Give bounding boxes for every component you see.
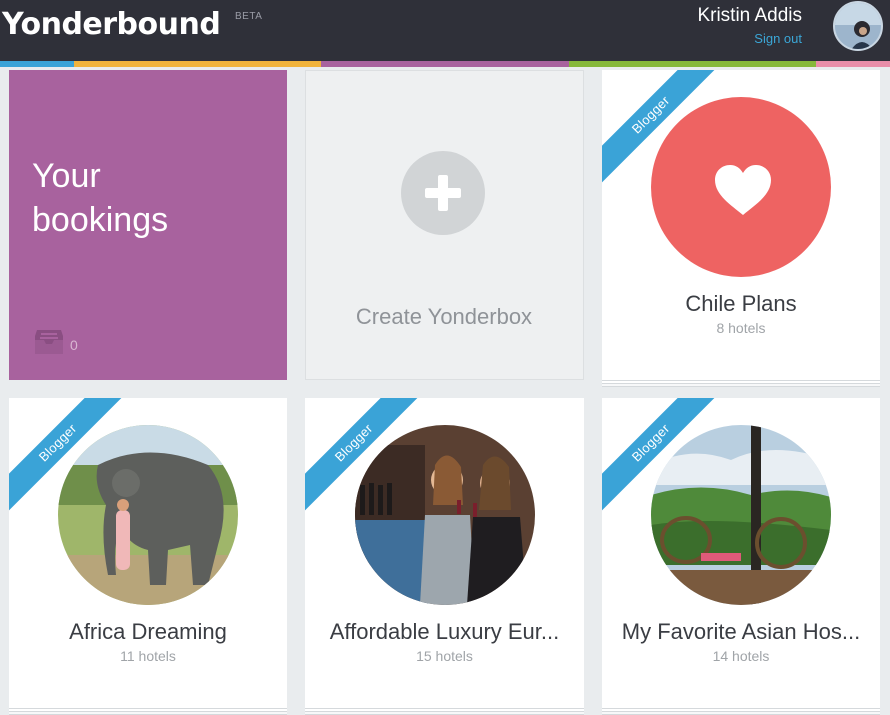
top-header: Yonderbound BETA Kristin Addis Sign out	[0, 0, 890, 61]
heart-circle	[651, 97, 831, 277]
box-title: Africa Dreaming	[69, 619, 227, 644]
brand-logo[interactable]: Yonderbound	[2, 7, 221, 42]
bookings-count: 0	[70, 337, 78, 353]
box-title: My Favorite Asian Hos...	[621, 619, 861, 644]
blogger-ribbon: Blogger	[305, 398, 425, 518]
box-hotel-count: 15 hotels	[416, 648, 473, 664]
avatar-image-icon	[835, 3, 881, 49]
bookings-title-line2: bookings	[32, 201, 169, 239]
plus-icon[interactable]	[401, 151, 485, 235]
box-hotel-count: 11 hotels	[120, 648, 176, 664]
inbox-tray-icon	[35, 330, 63, 354]
heart-icon	[715, 165, 771, 215]
stripe-segment	[0, 61, 74, 67]
stripe-segment	[74, 61, 321, 67]
user-name: Kristin Addis	[697, 5, 802, 26]
user-avatar[interactable]	[833, 1, 883, 51]
color-stripe	[0, 61, 890, 67]
ribbon-label: Blogger	[9, 398, 128, 513]
box-title: Chile Plans	[685, 291, 797, 316]
stripe-segment	[321, 61, 569, 67]
bookings-card[interactable]: Your bookings 0	[9, 70, 287, 380]
sign-out-link[interactable]: Sign out	[754, 31, 802, 46]
ribbon-label: Blogger	[305, 398, 424, 513]
yonderbox-card-affordable-luxury[interactable]: Blogger Affordable Luxury Eur... 15 hote…	[305, 398, 584, 708]
stripe-segment	[569, 61, 816, 67]
ribbon-label: Blogger	[602, 398, 721, 513]
box-hotel-count: 14 hotels	[712, 648, 770, 664]
yonderbox-card-africa-dreaming[interactable]: Blogger Africa Dreaming 11 hotels	[9, 398, 287, 708]
bookings-title: Your bookings	[32, 154, 168, 242]
stripe-segment	[816, 61, 890, 67]
box-title: Affordable Luxury Eur...	[329, 619, 560, 644]
blogger-ribbon: Blogger	[602, 398, 722, 518]
box-hotel-count: 8 hotels	[716, 320, 766, 336]
beta-badge: BETA	[235, 11, 263, 22]
create-yonderbox-label: Create Yonderbox	[355, 304, 533, 329]
yonderbox-card-chile-plans[interactable]: Blogger Chile Plans 8 hotels	[602, 70, 880, 380]
blogger-ribbon: Blogger	[9, 398, 129, 518]
yonderbox-card-asian-hostels[interactable]: Blogger My Favorite Asian Hos... 14 hote…	[602, 398, 880, 708]
bookings-title-line1: Your	[32, 157, 101, 195]
